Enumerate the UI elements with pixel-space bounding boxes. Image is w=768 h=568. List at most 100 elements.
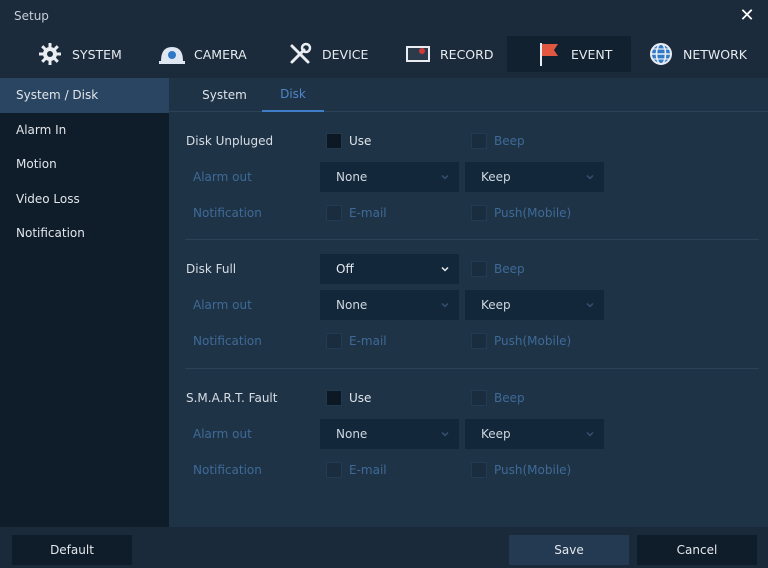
smart-fault-use-checkbox[interactable] (326, 390, 342, 406)
camera-icon (158, 42, 186, 66)
disk-unpluged-beep-label: Beep (494, 134, 525, 148)
sidebar-item-notification[interactable]: Notification (0, 216, 169, 251)
sidebar-item-label: Notification (16, 226, 85, 241)
chevron-down-icon (586, 302, 594, 308)
close-button[interactable]: ✕ (736, 5, 758, 27)
smart-fault-email-checkbox[interactable] (326, 462, 342, 478)
tab-camera-label: CAMERA (194, 46, 247, 62)
disk-full-push-checkbox[interactable] (471, 333, 487, 349)
disk-unpluged-use-checkbox[interactable] (326, 133, 342, 149)
disk-full-beep-checkbox[interactable] (471, 261, 487, 277)
tab-event-label: EVENT (571, 46, 613, 62)
section-divider (185, 239, 759, 240)
select-value: None (336, 427, 368, 441)
smart-fault-alarm-out-label: Alarm out (193, 427, 252, 441)
tab-device[interactable]: DEVICE (278, 36, 396, 72)
smart-fault-push-checkbox[interactable] (471, 462, 487, 478)
disk-unpluged-notification-label: Notification (193, 206, 262, 220)
select-value: Keep (481, 427, 511, 441)
disk-full-notification-label: Notification (193, 334, 262, 348)
record-icon (404, 42, 432, 66)
sidebar-item-video-loss[interactable]: Video Loss (0, 182, 169, 217)
disk-full-alarm-out-select[interactable]: None (320, 290, 459, 320)
gear-icon (36, 42, 64, 66)
disk-unpluged-push-checkbox[interactable] (471, 205, 487, 221)
section-divider (185, 368, 759, 369)
disk-unpluged-email-checkbox[interactable] (326, 205, 342, 221)
smart-fault-alarm-out-select[interactable]: None (320, 419, 459, 449)
disk-full-alarm-out-label: Alarm out (193, 298, 252, 312)
select-value: Off (336, 262, 354, 276)
footer-bar: Default Save Cancel (0, 527, 768, 568)
disk-full-label: Disk Full (186, 262, 237, 276)
tab-system[interactable]: SYSTEM (0, 36, 150, 72)
subtab-disk[interactable]: Disk (262, 78, 324, 112)
window-title: Setup (14, 9, 49, 23)
disk-unpluged-email-label: E-mail (349, 206, 387, 220)
default-button-label: Default (50, 543, 94, 557)
tab-record[interactable]: RECORD (396, 36, 507, 72)
disk-unpluged-label: Disk Unpluged (186, 134, 274, 148)
chevron-down-icon (586, 431, 594, 437)
subtab-disk-label: Disk (280, 87, 306, 101)
disk-full-push-label: Push(Mobile) (494, 334, 572, 348)
chevron-down-icon (441, 266, 449, 272)
globe-icon (647, 42, 675, 66)
save-button-label: Save (554, 543, 584, 557)
smart-fault-notification-label: Notification (193, 463, 262, 477)
sidebar-item-motion[interactable]: Motion (0, 147, 169, 182)
tab-camera[interactable]: CAMERA (150, 36, 278, 72)
chevron-down-icon (441, 302, 449, 308)
sidebar-item-alarm-in[interactable]: Alarm In (0, 113, 169, 148)
sidebar-item-label: Alarm In (16, 122, 67, 137)
disk-full-email-label: E-mail (349, 334, 387, 348)
disk-unpluged-alarm-out-select[interactable]: None (320, 162, 459, 192)
smart-fault-beep-checkbox[interactable] (471, 390, 487, 406)
sidebar-item-system-disk[interactable]: System / Disk (0, 78, 169, 113)
sidebar-item-label: System / Disk (16, 88, 99, 103)
disk-full-email-checkbox[interactable] (326, 333, 342, 349)
save-button[interactable]: Save (509, 535, 629, 565)
chevron-down-icon (441, 174, 449, 180)
tab-event[interactable]: EVENT (507, 36, 631, 72)
tools-icon (286, 42, 314, 66)
close-icon: ✕ (739, 5, 755, 26)
disk-full-beep-label: Beep (494, 262, 525, 276)
smart-fault-email-label: E-mail (349, 463, 387, 477)
cancel-button-label: Cancel (676, 543, 718, 557)
subtab-system-label: System (202, 88, 247, 102)
tab-system-label: SYSTEM (72, 46, 122, 62)
select-value: None (336, 298, 368, 312)
smart-fault-use-label: Use (349, 391, 372, 405)
tab-record-label: RECORD (440, 46, 494, 62)
select-value: None (336, 170, 368, 184)
disk-unpluged-alarm-out-label: Alarm out (193, 170, 252, 184)
select-value: Keep (481, 298, 511, 312)
select-value: Keep (481, 170, 511, 184)
sidebar: System / Disk Alarm In Motion Video Loss… (0, 78, 169, 527)
smart-fault-push-label: Push(Mobile) (494, 463, 572, 477)
sidebar-item-label: Motion (16, 157, 57, 172)
tab-network-label: NETWORK (683, 46, 747, 62)
disk-unpluged-keep-select[interactable]: Keep (465, 162, 604, 192)
main-tab-bar: SYSTEM CAMERA DEVICE RECORD EVENT NETWOR… (0, 36, 768, 72)
disk-full-select[interactable]: Off (320, 254, 459, 284)
default-button[interactable]: Default (12, 535, 132, 565)
smart-fault-label: S.M.A.R.T. Fault (186, 391, 278, 405)
sub-tab-bar: System Disk (169, 78, 768, 112)
sidebar-item-label: Video Loss (16, 191, 80, 206)
smart-fault-keep-select[interactable]: Keep (465, 419, 604, 449)
disk-unpluged-beep-checkbox[interactable] (471, 133, 487, 149)
content-panel: System Disk Disk Unpluged Use Beep Alarm… (169, 78, 768, 527)
cancel-button[interactable]: Cancel (637, 535, 757, 565)
flag-icon (535, 42, 563, 66)
disk-unpluged-use-label: Use (349, 134, 372, 148)
tab-network[interactable]: NETWORK (631, 36, 768, 72)
disk-full-keep-select[interactable]: Keep (465, 290, 604, 320)
chevron-down-icon (441, 431, 449, 437)
smart-fault-beep-label: Beep (494, 391, 525, 405)
subtab-system[interactable]: System (187, 78, 262, 112)
tab-device-label: DEVICE (322, 46, 369, 62)
disk-unpluged-push-label: Push(Mobile) (494, 206, 572, 220)
chevron-down-icon (586, 174, 594, 180)
